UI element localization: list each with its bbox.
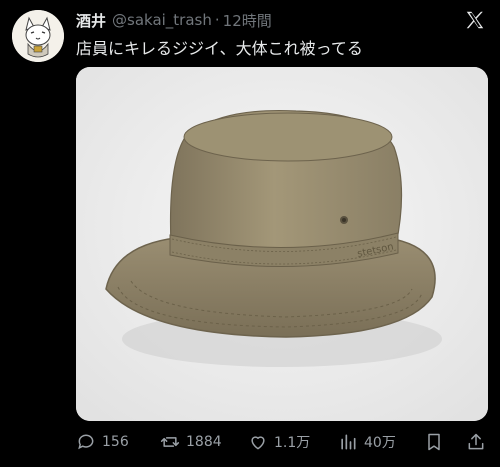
display-name[interactable]: 酒井: [76, 10, 106, 31]
tweet-image[interactable]: stetson: [76, 67, 488, 421]
reply-count: 156: [102, 434, 129, 450]
heart-icon: [251, 436, 265, 450]
reply-icon: [78, 434, 94, 450]
action-bar: 156 1884 1.1万 40万: [74, 428, 494, 456]
avatar[interactable]: [12, 10, 64, 62]
repost-count: 1884: [186, 434, 222, 450]
share-button[interactable]: [466, 428, 492, 456]
user-handle[interactable]: @sakai_trash: [112, 11, 212, 29]
views-button[interactable]: 40万: [338, 428, 396, 456]
timestamp[interactable]: 12時間: [223, 10, 272, 31]
bucket-hat-image: stetson: [76, 67, 488, 421]
separator-dot: ·: [214, 11, 220, 29]
bookmark-icon: [428, 433, 440, 451]
reply-button[interactable]: 156: [76, 428, 129, 456]
cat-avatar-icon: [12, 10, 64, 62]
repost-icon: [160, 437, 180, 447]
x-logo-icon[interactable]: [464, 9, 486, 31]
repost-button[interactable]: 1884: [160, 428, 222, 456]
like-button[interactable]: 1.1万: [248, 428, 310, 456]
views-icon: [341, 434, 356, 450]
like-count: 1.1万: [274, 435, 311, 451]
share-icon: [468, 433, 484, 450]
tweet-text: 店員にキレるジジイ、大体これ被ってる: [76, 39, 363, 58]
bookmark-button[interactable]: [424, 428, 450, 456]
tweet-header: 酒井 @sakai_trash · 12時間: [76, 9, 272, 31]
views-count: 40万: [364, 435, 396, 451]
